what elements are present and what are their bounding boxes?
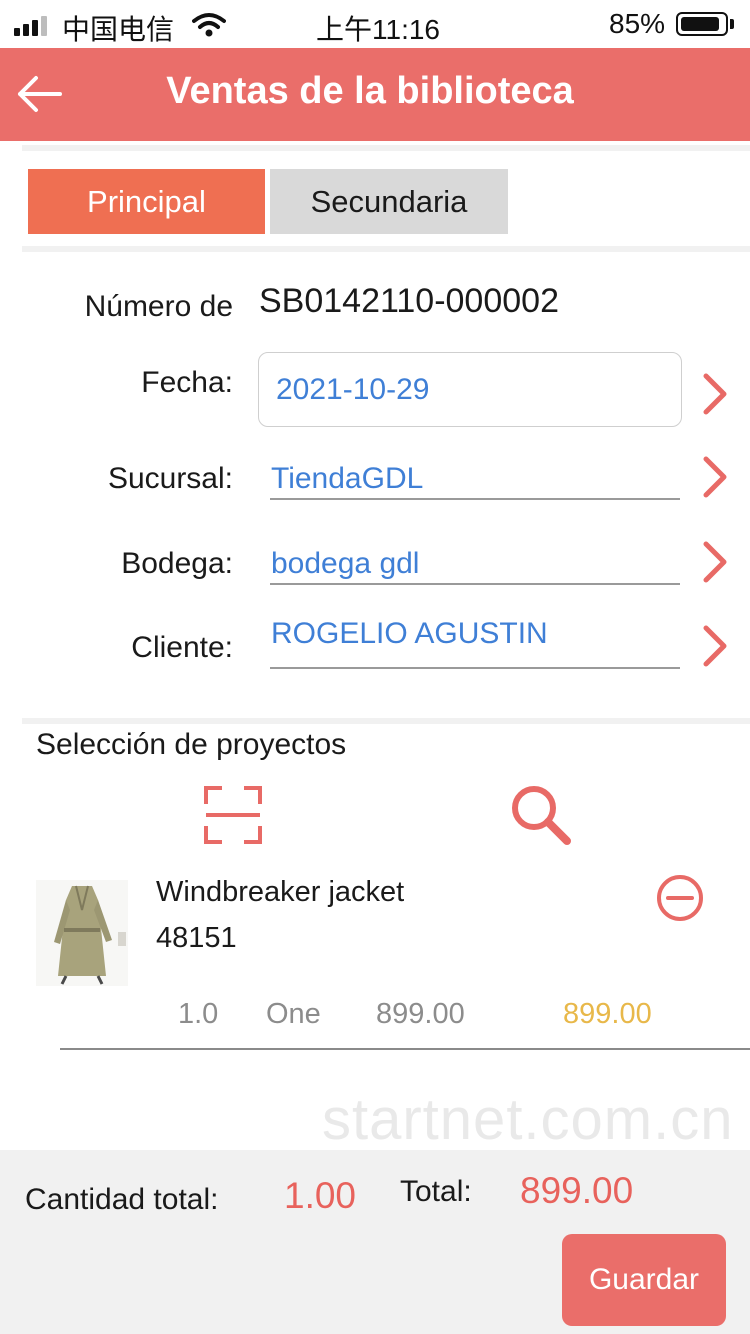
save-button[interactable]: Guardar	[562, 1234, 726, 1326]
date-value: 2021-10-29	[276, 373, 430, 406]
battery-tip	[730, 19, 734, 29]
total-value: 899.00	[520, 1170, 634, 1211]
nav-bar: Ventas de la biblioteca	[0, 48, 750, 141]
page-title: Ventas de la biblioteca	[166, 70, 574, 112]
warehouse-chevron-right-icon[interactable]	[700, 540, 730, 584]
tab-principal[interactable]: Principal	[28, 169, 265, 234]
product-code: 48151	[156, 922, 237, 954]
product-image	[36, 880, 128, 986]
total-quantity-label: Cantidad total:	[25, 1183, 219, 1216]
remove-item-button[interactable]	[656, 874, 704, 922]
branch-chevron-right-icon[interactable]	[700, 455, 730, 499]
status-bar: 中国电信 上午11:16 85%	[0, 0, 750, 48]
total-label: Total:	[400, 1175, 472, 1208]
client-label: Cliente:	[131, 631, 233, 664]
item-unit: One	[266, 998, 321, 1030]
clock: 上午11:16	[316, 14, 440, 45]
client-field[interactable]: ROGELIO AGUSTIN	[271, 617, 548, 651]
wifi-icon	[192, 13, 226, 37]
client-underline	[270, 667, 680, 669]
warehouse-label: Bodega:	[121, 547, 233, 580]
tab-secundaria[interactable]: Secundaria	[270, 169, 508, 234]
section-title: Selección de proyectos	[36, 728, 347, 761]
divider	[22, 246, 750, 252]
item-divider	[60, 1048, 750, 1050]
divider	[22, 718, 750, 724]
scan-icon[interactable]	[204, 786, 262, 844]
document-number: SB0142110-000002	[259, 282, 559, 320]
branch-label: Sucursal:	[107, 462, 233, 495]
battery-icon	[676, 12, 728, 36]
warehouse-field[interactable]: bodega gdl	[271, 547, 419, 581]
search-icon[interactable]	[510, 784, 572, 846]
number-label: Número de	[84, 290, 233, 323]
date-chevron-right-icon[interactable]	[700, 372, 730, 416]
watermark: startnet.com.cn	[322, 1087, 734, 1152]
product-name: Windbreaker jacket	[156, 876, 405, 908]
item-subtotal: 899.00	[563, 998, 652, 1030]
branch-field[interactable]: TiendaGDL	[271, 462, 423, 496]
branch-underline	[270, 498, 680, 500]
client-chevron-right-icon[interactable]	[700, 624, 730, 668]
date-label: Fecha:	[141, 366, 233, 399]
divider	[22, 145, 750, 151]
item-quantity: 1.0	[178, 998, 219, 1030]
battery-percent: 85%	[609, 8, 666, 39]
warehouse-underline	[270, 583, 680, 585]
carrier-name: 中国电信	[62, 14, 175, 45]
date-field[interactable]: 2021-10-29	[258, 352, 682, 427]
total-quantity-value: 1.00	[284, 1175, 357, 1216]
item-price: 899.00	[376, 998, 465, 1030]
